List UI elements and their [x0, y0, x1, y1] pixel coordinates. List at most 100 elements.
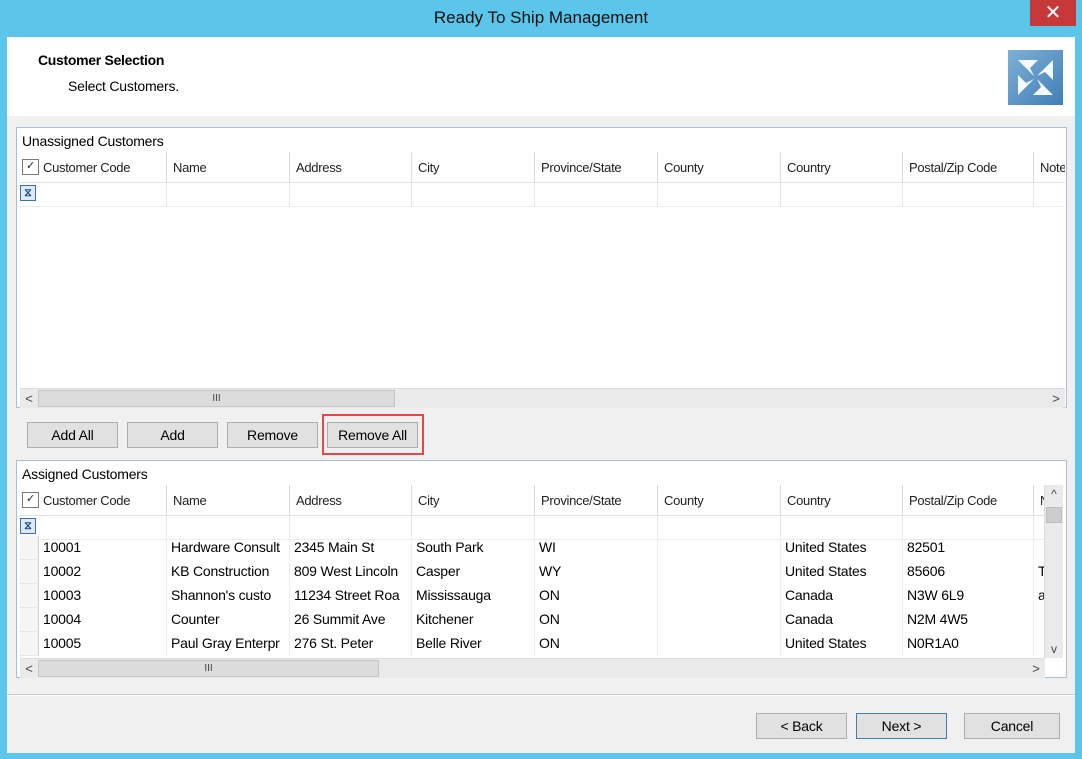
select-all-checkbox[interactable]: ✓	[22, 159, 39, 175]
cell-name: Shannon's custo	[167, 584, 290, 608]
close-button[interactable]: ✕	[1030, 0, 1076, 26]
cancel-button[interactable]: Cancel	[964, 713, 1060, 739]
cell-customer-code: 10003	[39, 584, 167, 608]
column-header-county[interactable]: County	[658, 485, 781, 516]
filter-icon[interactable]: ⧖	[20, 185, 36, 201]
table-row[interactable]: 10002 KB Construction 809 West Lincoln C…	[20, 560, 1046, 584]
assigned-horizontal-scrollbar[interactable]: < III >	[20, 658, 1045, 678]
column-header-city[interactable]: City	[412, 485, 535, 516]
app-logo-icon	[1008, 50, 1063, 105]
table-row[interactable]: 10004 Counter 26 Summit Ave Kitchener ON…	[20, 608, 1046, 632]
add-button[interactable]: Add	[127, 422, 218, 448]
cell-county	[658, 536, 781, 560]
add-all-button[interactable]: Add All	[27, 422, 118, 448]
row-selector[interactable]	[20, 536, 39, 560]
cell-address: 276 St. Peter	[290, 632, 412, 656]
cell-address: 11234 Street Roa	[290, 584, 412, 608]
scroll-thumb[interactable]	[1046, 507, 1062, 523]
row-selector[interactable]	[20, 632, 39, 656]
column-header-province[interactable]: Province/State	[535, 485, 658, 516]
cell-country: United States	[781, 560, 903, 584]
remove-button[interactable]: Remove	[227, 422, 318, 448]
cell-customer-code: 10004	[39, 608, 167, 632]
cell-province: WI	[535, 536, 658, 560]
column-header-city[interactable]: City	[412, 152, 535, 183]
cell-province: ON	[535, 608, 658, 632]
column-header-customer-code[interactable]: ✓ Customer Code	[20, 485, 167, 516]
cell-province: ON	[535, 584, 658, 608]
filter-icon[interactable]: ⧖	[20, 518, 36, 534]
unassigned-horizontal-scrollbar[interactable]: < III >	[20, 388, 1065, 408]
next-button[interactable]: Next >	[856, 713, 947, 739]
page-subtitle: Select Customers.	[68, 78, 179, 94]
footer-divider	[7, 694, 1075, 696]
cell-city: Casper	[412, 560, 535, 584]
cell-province: ON	[535, 632, 658, 656]
unassigned-customers-group: Unassigned Customers ✓ Customer Code Nam…	[16, 127, 1067, 408]
column-header-postal[interactable]: Postal/Zip Code	[903, 485, 1034, 516]
assigned-vertical-scrollbar[interactable]: ^ v	[1044, 485, 1063, 658]
unassigned-filter-row[interactable]: ⧖	[20, 183, 1065, 207]
row-selector[interactable]	[20, 608, 39, 632]
column-header-address[interactable]: Address	[290, 152, 412, 183]
unassigned-group-title: Unassigned Customers	[22, 133, 164, 149]
cell-province: WY	[535, 560, 658, 584]
unassigned-grid-header: ✓ Customer Code Name Address City Provin…	[20, 152, 1065, 183]
cell-name: Hardware Consult	[167, 536, 290, 560]
column-header-province[interactable]: Province/State	[535, 152, 658, 183]
cell-name: KB Construction	[167, 560, 290, 584]
column-header-country[interactable]: Country	[781, 485, 903, 516]
cell-city: Mississauga	[412, 584, 535, 608]
select-all-checkbox[interactable]: ✓	[22, 492, 39, 508]
scroll-left-icon[interactable]: <	[20, 389, 38, 408]
column-header-address[interactable]: Address	[290, 485, 412, 516]
column-header-notes[interactable]: Note	[1034, 152, 1065, 183]
column-header-postal[interactable]: Postal/Zip Code	[903, 152, 1034, 183]
cell-city: Kitchener	[412, 608, 535, 632]
cell-county	[658, 560, 781, 584]
cell-postal: N3W 6L9	[903, 584, 1034, 608]
cell-postal: N2M 4W5	[903, 608, 1034, 632]
page-title: Customer Selection	[38, 52, 165, 68]
table-row[interactable]: 10001 Hardware Consult 2345 Main St Sout…	[20, 536, 1046, 560]
row-selector[interactable]	[20, 584, 39, 608]
cell-customer-code: 10002	[39, 560, 167, 584]
assigned-grid-header: ✓ Customer Code Name Address City Provin…	[20, 485, 1046, 516]
cell-postal: N0R1A0	[903, 632, 1034, 656]
scroll-up-icon[interactable]: ^	[1045, 485, 1063, 503]
assigned-group-title: Assigned Customers	[22, 466, 148, 482]
cell-city: Belle River	[412, 632, 535, 656]
scroll-down-icon[interactable]: v	[1045, 640, 1063, 658]
cell-customer-code: 10001	[39, 536, 167, 560]
column-header-name[interactable]: Name	[167, 485, 290, 516]
row-selector[interactable]	[20, 560, 39, 584]
cell-country: Canada	[781, 584, 903, 608]
scroll-thumb[interactable]: III	[38, 390, 395, 407]
cell-city: South Park	[412, 536, 535, 560]
assigned-customers-group: Assigned Customers ✓ Customer Code Name …	[16, 460, 1067, 678]
scroll-thumb[interactable]: III	[38, 660, 379, 677]
scroll-right-icon[interactable]: >	[1027, 659, 1045, 678]
table-row[interactable]: 10005 Paul Gray Enterpr 276 St. Peter Be…	[20, 632, 1046, 656]
cell-name: Counter	[167, 608, 290, 632]
column-header-name[interactable]: Name	[167, 152, 290, 183]
wizard-window: Customer Selection Select Customers. Una…	[7, 37, 1075, 753]
column-header-customer-code[interactable]: ✓ Customer Code	[20, 152, 167, 183]
scroll-left-icon[interactable]: <	[20, 659, 38, 678]
back-button[interactable]: < Back	[756, 713, 847, 739]
table-row[interactable]: 10003 Shannon's custo 11234 Street Roa M…	[20, 584, 1046, 608]
window-title: Ready To Ship Management	[433, 8, 649, 27]
cell-postal: 82501	[903, 536, 1034, 560]
scroll-right-icon[interactable]: >	[1047, 389, 1065, 408]
cell-country: United States	[781, 632, 903, 656]
cell-postal: 85606	[903, 560, 1034, 584]
cell-country: United States	[781, 536, 903, 560]
column-header-county[interactable]: County	[658, 152, 781, 183]
cell-customer-code: 10005	[39, 632, 167, 656]
cell-address: 2345 Main St	[290, 536, 412, 560]
column-header-country[interactable]: Country	[781, 152, 903, 183]
cell-name: Paul Gray Enterpr	[167, 632, 290, 656]
cell-country: Canada	[781, 608, 903, 632]
cell-county	[658, 608, 781, 632]
cell-county	[658, 584, 781, 608]
